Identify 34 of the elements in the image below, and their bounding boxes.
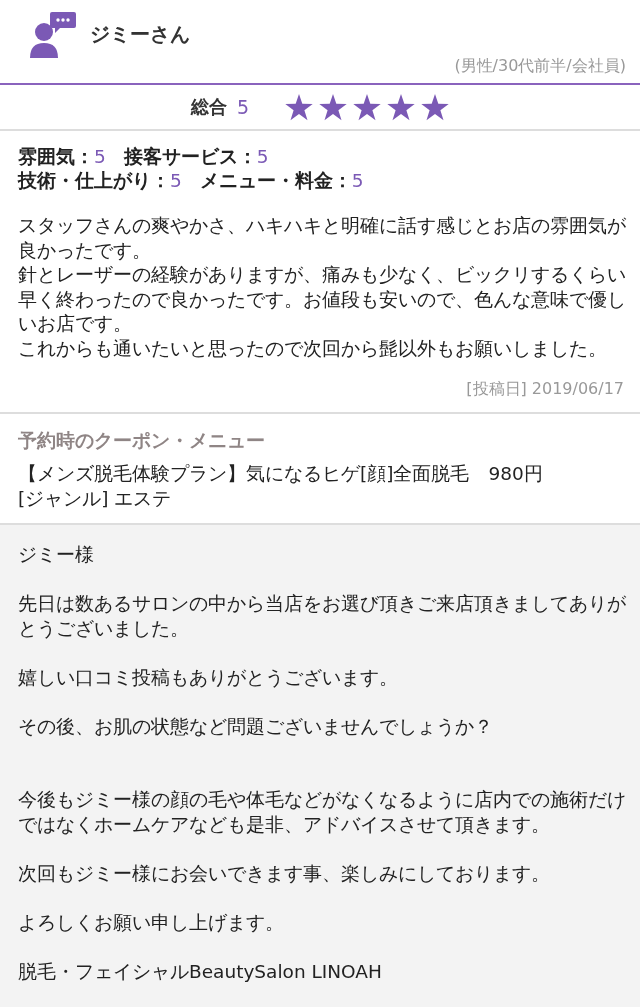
coupon-genre: [ジャンル] エステ	[18, 487, 173, 511]
rating-value: 5	[256, 145, 269, 169]
star-icon	[387, 93, 416, 121]
posted-label: [投稿日]	[466, 379, 527, 400]
star-icon	[421, 93, 450, 121]
reply-paragraph: ジミー様	[18, 543, 95, 567]
reviewer-name: ジミーさん	[90, 20, 190, 48]
overall-label: 総合	[190, 95, 227, 119]
rating-label: メニュー・料金：	[199, 169, 352, 193]
star-icon	[353, 93, 382, 121]
reply-paragraph: 脱毛・フェイシャルBeautySalon LINOAH	[18, 959, 383, 984]
rating-label: 雰囲気：	[18, 145, 94, 169]
reply-paragraph: よろしくお願い申し上げます。	[18, 910, 285, 935]
rating-label: 技術・仕上がり：	[18, 169, 170, 193]
coupon-menu: 【メンズ脱毛体験プラン】気になるヒゲ[顔]全面脱毛 980円	[18, 461, 630, 486]
rating-value: 5	[170, 169, 182, 193]
star-icon	[319, 93, 348, 121]
reply-paragraph: その後、お肌の状態など問題ございませんでしょうか？	[18, 714, 494, 739]
review-paragraph: スタッフさんの爽やかさ、ハキハキと明確に話す感じとお店の雰囲気が良かったです。	[18, 214, 627, 263]
reply-paragraph: 先日は数あるサロンの中から当店をお選び頂きご来店頂きましてありがとうございました。	[18, 592, 627, 641]
rating-value: 5	[94, 145, 106, 169]
overall-score: 5	[236, 96, 250, 118]
review-paragraph: 針とレーザーの経験がありますが、痛みも少なく、ビックリするくらい早く終わったので良かったです。お値段も安いので、色んな意味で優しいお店です。	[18, 263, 627, 336]
review-paragraph: これからも通いたいと思ったので次回から髭以外もお願いしました。	[18, 336, 608, 361]
rating-label: 接客サービス：	[123, 145, 257, 169]
coupon-heading: 予約時のクーポン・メニュー	[18, 429, 266, 453]
reply-paragraph: 次回もジミー様にお会いできます事、楽しみにしております。	[18, 861, 551, 886]
posted-date: 2019/06/17	[531, 379, 624, 400]
rating-value: 5	[351, 169, 364, 193]
star-icon	[285, 93, 314, 121]
reply-paragraph: 嬉しい口コミ投稿もありがとうございます。	[18, 665, 399, 690]
reviewer-profile: (男性/30代前半/会社員)	[453, 56, 626, 77]
user-chat-icon	[28, 10, 76, 58]
reply-paragraph: 今後もジミー様の顔の毛や体毛などがなくなるように店内での施術だけではなくホームケアなども是非、アドバイスさせて頂きます。	[18, 788, 627, 837]
